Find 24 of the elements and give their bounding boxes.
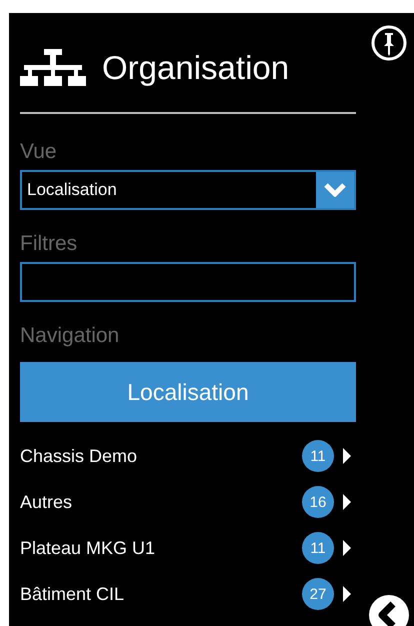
- navigation-label: Navigation: [20, 324, 120, 348]
- count-badge: 11: [302, 440, 334, 472]
- navigation-item[interactable]: Bâtiment CIL: [20, 584, 302, 604]
- view-dropdown[interactable]: Localisation: [20, 170, 356, 210]
- filters-label: Filtres: [20, 232, 78, 256]
- navigation-item[interactable]: Chassis Demo: [20, 446, 302, 466]
- dropdown-button[interactable]: [316, 172, 354, 208]
- back-button[interactable]: [368, 594, 410, 626]
- chevron-down-icon: [324, 183, 346, 197]
- pin-button[interactable]: [371, 25, 407, 61]
- navigation-button[interactable]: Localisation: [20, 362, 356, 422]
- navigation-item[interactable]: Plateau MKG U1: [20, 538, 302, 558]
- panel-title: Organisation: [102, 48, 290, 86]
- caret-right-icon[interactable]: [342, 586, 352, 602]
- hierarchy-icon: [20, 48, 86, 86]
- caret-right-icon[interactable]: [342, 540, 352, 556]
- navigation-item[interactable]: Autres: [20, 492, 302, 512]
- filter-field[interactable]: [20, 262, 356, 302]
- caret-right-icon[interactable]: [342, 448, 352, 464]
- count-badge: 27: [302, 578, 334, 610]
- count-badge: 16: [302, 486, 334, 518]
- caret-right-icon[interactable]: [342, 494, 352, 510]
- count-badge: 11: [302, 532, 334, 564]
- view-label: Vue: [20, 140, 58, 164]
